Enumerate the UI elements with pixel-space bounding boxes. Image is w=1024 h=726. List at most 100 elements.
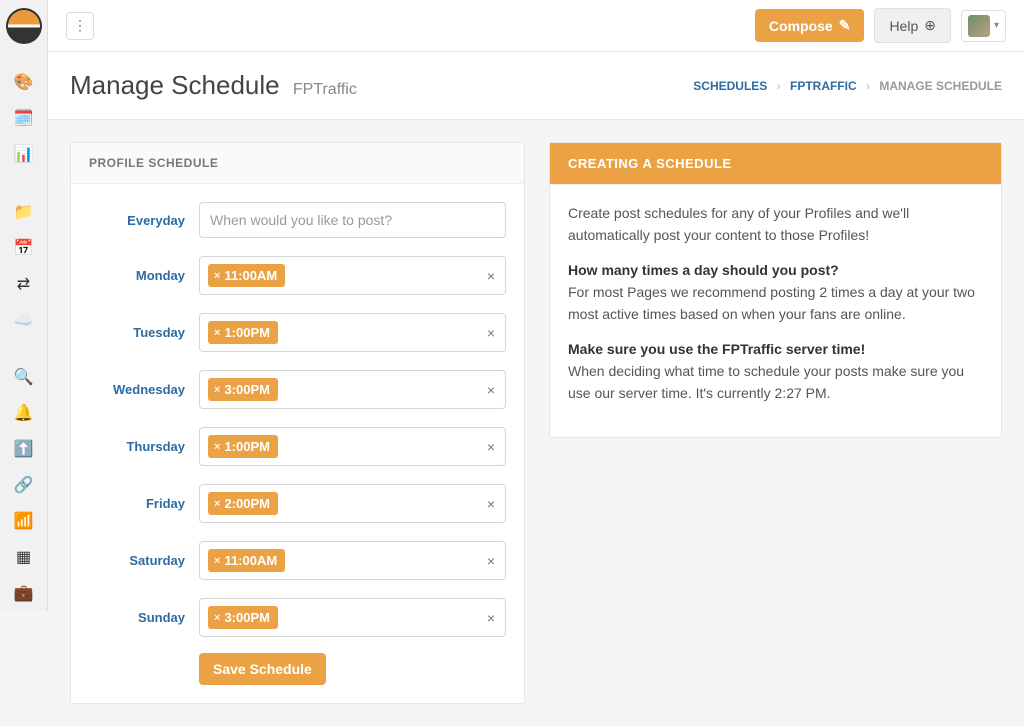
chevron-right-icon: › bbox=[777, 79, 781, 93]
row-thursday: Thursday × 1:00PM × bbox=[89, 427, 506, 466]
grid-icon[interactable]: ▦ bbox=[0, 539, 47, 575]
monday-time-field[interactable]: × 11:00AM × bbox=[199, 256, 506, 295]
page-title-text: Manage Schedule bbox=[70, 70, 280, 100]
time-tag-label: 1:00PM bbox=[224, 325, 270, 340]
save-schedule-button[interactable]: Save Schedule bbox=[199, 653, 326, 685]
remove-tag-icon[interactable]: × bbox=[214, 555, 220, 567]
dashboard-icon[interactable]: 🎨 bbox=[0, 64, 47, 100]
help-panel: CREATING A SCHEDULE Create post schedule… bbox=[549, 142, 1002, 438]
help-label: Help bbox=[889, 18, 918, 34]
time-tag-label: 11:00AM bbox=[224, 268, 277, 283]
user-menu[interactable]: ▾ bbox=[961, 10, 1006, 42]
profile-schedule-panel: PROFILE SCHEDULE Everyday Monday × 11: bbox=[70, 142, 525, 704]
breadcrumb-profile[interactable]: FPTRAFFIC bbox=[790, 79, 857, 93]
sunday-time-field[interactable]: × 3:00PM × bbox=[199, 598, 506, 637]
time-tag[interactable]: × 11:00AM bbox=[208, 549, 285, 572]
help-q1-heading: How many times a day should you post? bbox=[568, 262, 839, 278]
label-tuesday: Tuesday bbox=[89, 325, 199, 340]
help-panel-title: CREATING A SCHEDULE bbox=[550, 143, 1001, 185]
stats-icon[interactable]: 📊 bbox=[0, 136, 47, 172]
time-tag-label: 11:00AM bbox=[224, 553, 277, 568]
page-subtitle: FPTraffic bbox=[293, 81, 357, 98]
page-header: Manage Schedule FPTraffic SCHEDULES › FP… bbox=[48, 52, 1024, 120]
breadcrumb-current: MANAGE SCHEDULE bbox=[879, 79, 1002, 93]
label-wednesday: Wednesday bbox=[89, 382, 199, 397]
row-saturday: Saturday × 11:00AM × bbox=[89, 541, 506, 580]
row-sunday: Sunday × 3:00PM × bbox=[89, 598, 506, 637]
breadcrumb: SCHEDULES › FPTRAFFIC › MANAGE SCHEDULE bbox=[693, 79, 1002, 93]
clear-field-icon[interactable]: × bbox=[487, 496, 495, 512]
help-q1-body: For most Pages we recommend posting 2 ti… bbox=[568, 284, 975, 322]
folder-icon[interactable]: 📁 bbox=[0, 194, 47, 230]
help-intro: Create post schedules for any of your Pr… bbox=[568, 203, 983, 246]
briefcase-icon[interactable]: 💼 bbox=[0, 575, 47, 611]
time-tag-label: 3:00PM bbox=[224, 382, 270, 397]
help-button[interactable]: Help ⊕ bbox=[874, 8, 951, 43]
tuesday-time-field[interactable]: × 1:00PM × bbox=[199, 313, 506, 352]
label-thursday: Thursday bbox=[89, 439, 199, 454]
row-everyday: Everyday bbox=[89, 202, 506, 238]
label-sunday: Sunday bbox=[89, 610, 199, 625]
friday-time-field[interactable]: × 2:00PM × bbox=[199, 484, 506, 523]
sidebar: 🎨 🗓️ 📊 📁 📅 ⇄ ☁️ 🔍 🔔 ⬆️ 🔗 📶 ▦ 💼 bbox=[0, 0, 48, 611]
link-icon[interactable]: 🔗 bbox=[0, 467, 47, 503]
row-wednesday: Wednesday × 3:00PM × bbox=[89, 370, 506, 409]
label-monday: Monday bbox=[89, 268, 199, 283]
row-tuesday: Tuesday × 1:00PM × bbox=[89, 313, 506, 352]
remove-tag-icon[interactable]: × bbox=[214, 441, 220, 453]
clear-field-icon[interactable]: × bbox=[487, 610, 495, 626]
saturday-time-field[interactable]: × 11:00AM × bbox=[199, 541, 506, 580]
help-q1: How many times a day should you post? Fo… bbox=[568, 260, 983, 325]
time-tag[interactable]: × 11:00AM bbox=[208, 264, 285, 287]
breadcrumb-schedules[interactable]: SCHEDULES bbox=[693, 79, 767, 93]
cloud-icon[interactable]: ☁️ bbox=[0, 302, 47, 338]
compose-button[interactable]: Compose ✎ bbox=[755, 9, 865, 42]
rss-icon[interactable]: 📶 bbox=[0, 503, 47, 539]
clear-field-icon[interactable]: × bbox=[487, 382, 495, 398]
profile-schedule-title: PROFILE SCHEDULE bbox=[71, 143, 524, 184]
compose-edit-icon: ✎ bbox=[839, 17, 851, 34]
schedule-icon[interactable]: 🗓️ bbox=[0, 100, 47, 136]
help-globe-icon: ⊕ bbox=[924, 17, 936, 34]
row-monday: Monday × 11:00AM × bbox=[89, 256, 506, 295]
time-tag[interactable]: × 1:00PM bbox=[208, 435, 278, 458]
label-everyday: Everyday bbox=[89, 213, 199, 228]
row-friday: Friday × 2:00PM × bbox=[89, 484, 506, 523]
transfer-icon[interactable]: ⇄ bbox=[0, 266, 47, 302]
topbar: ⋮ Compose ✎ Help ⊕ ▾ bbox=[48, 0, 1024, 52]
thursday-time-field[interactable]: × 1:00PM × bbox=[199, 427, 506, 466]
page-title: Manage Schedule FPTraffic bbox=[70, 70, 357, 101]
help-q2-body: When deciding what time to schedule your… bbox=[568, 363, 964, 401]
time-tag[interactable]: × 1:00PM bbox=[208, 321, 278, 344]
more-icon[interactable]: ⋮ bbox=[66, 12, 94, 40]
time-tag[interactable]: × 3:00PM bbox=[208, 606, 278, 629]
label-friday: Friday bbox=[89, 496, 199, 511]
compose-label: Compose bbox=[769, 18, 833, 34]
time-tag[interactable]: × 2:00PM bbox=[208, 492, 278, 515]
search-icon[interactable]: 🔍 bbox=[0, 359, 47, 395]
clear-field-icon[interactable]: × bbox=[487, 553, 495, 569]
time-tag[interactable]: × 3:00PM bbox=[208, 378, 278, 401]
remove-tag-icon[interactable]: × bbox=[214, 612, 220, 624]
brand-logo[interactable] bbox=[6, 8, 42, 44]
remove-tag-icon[interactable]: × bbox=[214, 384, 220, 396]
remove-tag-icon[interactable]: × bbox=[214, 327, 220, 339]
time-tag-label: 2:00PM bbox=[224, 496, 270, 511]
time-tag-label: 3:00PM bbox=[224, 610, 270, 625]
everyday-time-input[interactable] bbox=[199, 202, 506, 238]
label-saturday: Saturday bbox=[89, 553, 199, 568]
bell-icon[interactable]: 🔔 bbox=[0, 395, 47, 431]
remove-tag-icon[interactable]: × bbox=[214, 270, 220, 282]
time-tag-label: 1:00PM bbox=[224, 439, 270, 454]
upload-icon[interactable]: ⬆️ bbox=[0, 431, 47, 467]
calendar-icon[interactable]: 📅 bbox=[0, 230, 47, 266]
wednesday-time-field[interactable]: × 3:00PM × bbox=[199, 370, 506, 409]
chevron-down-icon: ▾ bbox=[994, 20, 999, 31]
clear-field-icon[interactable]: × bbox=[487, 439, 495, 455]
clear-field-icon[interactable]: × bbox=[487, 325, 495, 341]
remove-tag-icon[interactable]: × bbox=[214, 498, 220, 510]
help-q2: Make sure you use the FPTraffic server t… bbox=[568, 339, 983, 404]
help-q2-heading: Make sure you use the FPTraffic server t… bbox=[568, 341, 865, 357]
clear-field-icon[interactable]: × bbox=[487, 268, 495, 284]
avatar bbox=[968, 15, 990, 37]
